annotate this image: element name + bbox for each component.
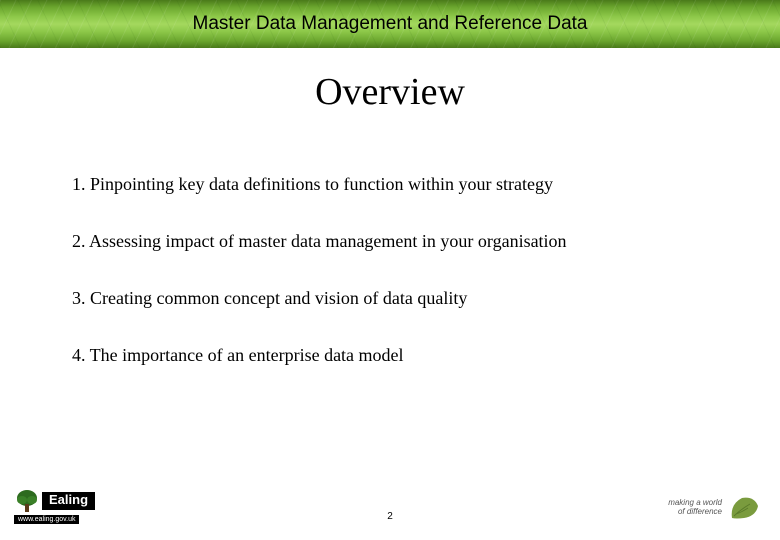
list-item: 1. Pinpointing key data definitions to f…	[72, 174, 720, 195]
ealing-logo-url: www.ealing.gov.uk	[14, 515, 79, 524]
tagline-line: of difference	[668, 508, 722, 517]
tagline: making a world of difference	[668, 499, 722, 517]
list-item: 2. Assessing impact of master data manag…	[72, 231, 720, 252]
difference-logo: making a world of difference	[668, 494, 762, 522]
ealing-logo-text: Ealing	[42, 492, 95, 509]
header-title: Master Data Management and Reference Dat…	[193, 13, 588, 35]
list-item: 4. The importance of an enterprise data …	[72, 345, 720, 366]
list-item: 3. Creating common concept and vision of…	[72, 288, 720, 309]
tree-icon	[14, 488, 40, 514]
page-number: 2	[387, 511, 393, 522]
leaf-icon	[728, 494, 762, 522]
ealing-logo: Ealing www.ealing.gov.uk	[14, 488, 95, 524]
header-banner: Master Data Management and Reference Dat…	[0, 0, 780, 48]
footer: Ealing www.ealing.gov.uk 2 making a worl…	[0, 482, 780, 530]
overview-list: 1. Pinpointing key data definitions to f…	[0, 174, 780, 366]
page-title: Overview	[0, 70, 780, 114]
